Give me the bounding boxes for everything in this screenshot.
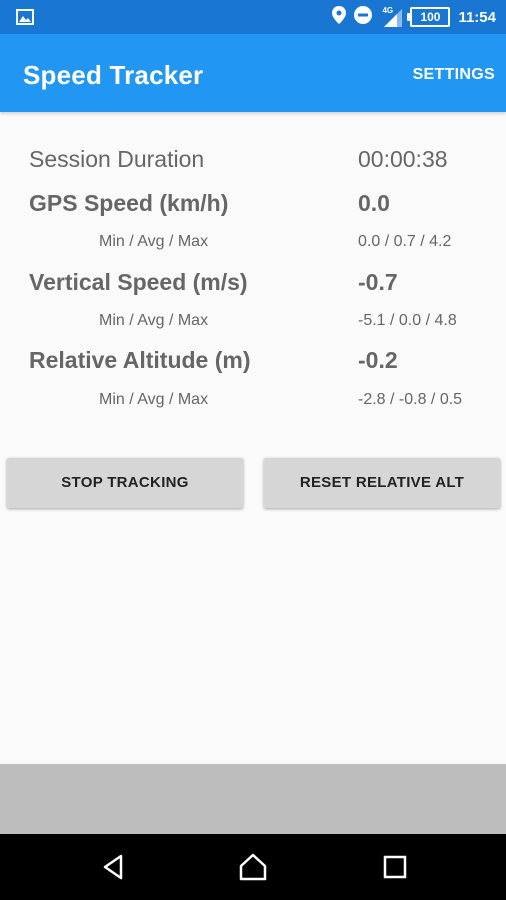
relative-altitude-label: Relative Altitude (m) bbox=[29, 347, 251, 373]
relative-altitude-value: -0.2 bbox=[358, 347, 398, 373]
battery-level: 100 bbox=[420, 10, 441, 24]
vertical-speed-stats-value: -5.1 / 0.0 / 4.8 bbox=[358, 312, 457, 329]
gps-speed-stats-value: 0.0 / 0.7 / 4.2 bbox=[358, 233, 452, 250]
battery-icon: 100 bbox=[407, 7, 451, 27]
home-icon[interactable] bbox=[238, 852, 268, 882]
gps-speed-value: 0.0 bbox=[358, 190, 390, 216]
back-icon[interactable] bbox=[98, 852, 128, 882]
gallery-icon bbox=[16, 9, 34, 30]
navigation-bar bbox=[0, 834, 506, 900]
bottom-panel bbox=[0, 764, 506, 834]
gps-speed-stats-label: Min / Avg / Max bbox=[99, 233, 209, 250]
location-icon bbox=[332, 5, 347, 29]
vertical-speed-stats-label: Min / Avg / Max bbox=[99, 312, 209, 329]
vertical-speed-label: Vertical Speed (m/s) bbox=[29, 269, 248, 295]
status-time: 11:54 bbox=[458, 8, 496, 26]
session-duration-value: 00:00:38 bbox=[358, 146, 448, 172]
gps-speed-label: GPS Speed (km/h) bbox=[29, 190, 229, 216]
app-title: Speed Tracker bbox=[23, 60, 204, 90]
vertical-speed-value: -0.7 bbox=[358, 269, 398, 295]
session-duration-label: Session Duration bbox=[29, 146, 205, 172]
relative-altitude-stats-value: -2.8 / -0.8 / 0.5 bbox=[358, 391, 463, 408]
signal-icon: 4G bbox=[380, 6, 403, 27]
app-bar: Speed Tracker SETTINGS bbox=[0, 34, 506, 112]
relative-altitude-stats-label: Min / Avg / Max bbox=[99, 391, 209, 408]
reset-relative-alt-button[interactable]: RESET RELATIVE ALT bbox=[264, 458, 500, 508]
settings-button[interactable]: SETTINGS bbox=[413, 66, 495, 84]
status-bar: 4G 100 11:54 bbox=[0, 0, 506, 34]
recents-icon[interactable] bbox=[380, 852, 410, 882]
stop-tracking-button[interactable]: STOP TRACKING bbox=[7, 458, 243, 508]
do-not-disturb-icon bbox=[354, 5, 373, 29]
